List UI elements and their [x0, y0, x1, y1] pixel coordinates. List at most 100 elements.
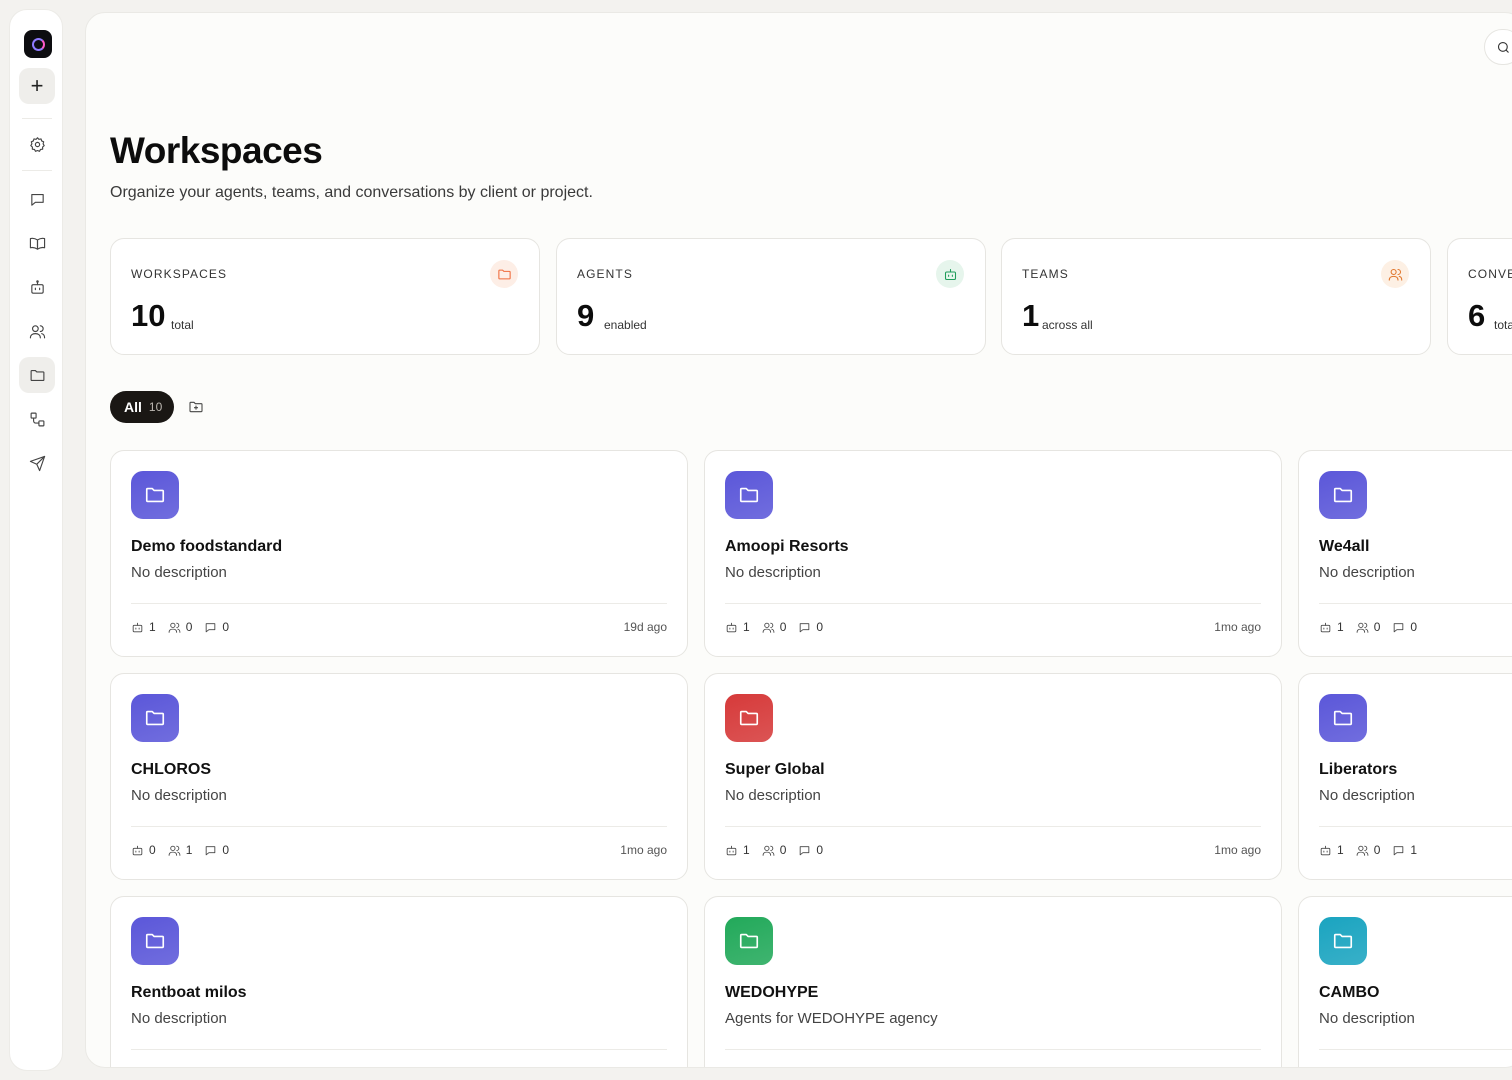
app-logo[interactable]: [24, 30, 52, 58]
workspace-card[interactable]: Super Global No description 1 0 0 1mo ago: [704, 673, 1282, 880]
page-title: Workspaces: [110, 130, 323, 171]
chat-icon: [206, 622, 216, 632]
sidebar-item-workflows[interactable]: [19, 401, 55, 437]
agents-count: 1: [725, 843, 750, 857]
card-divider: [725, 826, 1261, 827]
stat-label: WORKSPACES: [131, 267, 228, 281]
workspace-description: No description: [131, 787, 227, 804]
workspace-folder-badge: [131, 694, 179, 742]
send-icon: [29, 455, 45, 471]
filter-all-button[interactable]: All 10: [110, 391, 174, 423]
workspace-card[interactable]: We4all No description 1 0 0: [1298, 450, 1512, 657]
users-icon: [1356, 845, 1369, 856]
gear-icon: [29, 136, 45, 152]
chat-icon: [206, 845, 216, 855]
stat-unit: total: [171, 318, 194, 332]
teams-count: 0: [168, 620, 193, 634]
sidebar-item-chats[interactable]: [19, 181, 55, 217]
conversations-count-value: 0: [816, 843, 824, 857]
agents-count: 1: [1319, 843, 1344, 857]
stat-label: AGENTS: [577, 267, 633, 281]
users-icon: [762, 845, 775, 856]
conversations-count: 0: [204, 843, 229, 857]
robot-icon: [726, 845, 737, 855]
sidebar-divider: [22, 170, 52, 171]
conversations-count: 0: [798, 620, 823, 634]
agents-count: 1: [131, 620, 156, 634]
conversations-count-value: 0: [222, 620, 230, 634]
workspace-card[interactable]: CHLOROS No description 0 1 0 1mo ago: [110, 673, 688, 880]
robot-icon: [132, 622, 143, 632]
agents-count-value: 1: [743, 843, 750, 857]
teams-count: 0: [762, 843, 786, 857]
workspace-description: No description: [725, 787, 821, 804]
teams-count-value: 1: [185, 843, 193, 857]
teams-count-value: 0: [1373, 843, 1381, 857]
teams-count-value: 0: [185, 620, 193, 634]
chat-icon: [800, 622, 810, 632]
robot-icon: [1320, 845, 1331, 855]
new-item-button[interactable]: +: [19, 68, 55, 104]
search-button[interactable]: [1484, 29, 1512, 65]
conversations-count-value: 0: [222, 843, 230, 857]
stat-value: 10: [131, 298, 166, 333]
sidebar-item-send[interactable]: [19, 445, 55, 481]
workspace-folder-badge: [725, 694, 773, 742]
workspace-stats: 1 0 0: [725, 843, 835, 857]
stat-card-workspaces: WORKSPACES 10 total: [110, 238, 540, 355]
search-icon: [1497, 41, 1509, 53]
workspace-card[interactable]: Demo foodstandard No description 1 0 0 19d ag…: [110, 450, 688, 657]
sidebar-item-teams[interactable]: [19, 313, 55, 349]
folder-icon: [1333, 487, 1353, 503]
workspace-stats: 0 1 0: [131, 843, 241, 857]
stat-label: CONVE: [1468, 267, 1512, 281]
workspace-stats: 1 0 1: [1319, 843, 1429, 857]
workspace-updated: 1mo ago: [1214, 620, 1261, 634]
conversations-count: 0: [798, 843, 823, 857]
workspace-description: No description: [1319, 1010, 1415, 1027]
robot-icon: [1320, 622, 1331, 632]
users-icon: [1388, 268, 1402, 281]
users-icon: [762, 622, 775, 633]
workspace-name: WEDOHYPE: [725, 984, 819, 1001]
chat-icon: [800, 845, 810, 855]
agents-count-value: 0: [149, 843, 156, 857]
agents-count-value: 1: [1337, 843, 1344, 857]
folder-icon: [739, 933, 759, 949]
stat-unit: across all: [1042, 318, 1093, 332]
stat-card-agents: AGENTS 9 enabled: [556, 238, 986, 355]
workspace-updated: 1mo ago: [1214, 843, 1261, 857]
workspace-description: No description: [1319, 564, 1415, 581]
teams-count: 0: [1356, 843, 1381, 857]
workspace-card[interactable]: WEDOHYPE Agents for WEDOHYPE agency: [704, 896, 1282, 1067]
folder-icon: [145, 933, 165, 949]
workspace-card[interactable]: Liberators No description 1 0 1: [1298, 673, 1512, 880]
sidebar: +: [9, 9, 63, 1071]
sidebar-item-workspaces[interactable]: [19, 357, 55, 393]
workspace-updated: 19d ago: [623, 620, 667, 634]
workspace-folder-badge: [725, 471, 773, 519]
sidebar-item-settings[interactable]: [19, 126, 55, 162]
workspace-name: Rentboat milos: [131, 984, 247, 1001]
agents-count: 1: [725, 620, 750, 634]
stat-card-conversations: CONVE 6 tota: [1447, 238, 1512, 355]
users-icon: [1356, 622, 1369, 633]
new-folder-button[interactable]: [186, 397, 206, 417]
workspace-stats: 1 0 0: [725, 620, 835, 634]
teams-count: 0: [1356, 620, 1380, 634]
folder-plus-icon: [189, 401, 203, 413]
conversations-count: 1: [1392, 843, 1417, 857]
sidebar-item-agents[interactable]: [19, 269, 55, 305]
stat-unit: tota: [1494, 318, 1512, 332]
workspace-updated: 1mo ago: [620, 843, 667, 857]
workspace-card[interactable]: CAMBO No description: [1298, 896, 1512, 1067]
workspace-card[interactable]: Amoopi Resorts No description 1 0 0 1mo ago: [704, 450, 1282, 657]
workspace-description: No description: [131, 564, 227, 581]
teams-count: 0: [762, 620, 786, 634]
workspace-card[interactable]: Rentboat milos No description: [110, 896, 688, 1067]
sidebar-item-knowledge[interactable]: [19, 225, 55, 261]
workspace-name: Super Global: [725, 761, 825, 778]
sidebar-divider: [22, 118, 52, 119]
stat-label: TEAMS: [1022, 267, 1069, 281]
stat-value: 9: [577, 298, 595, 333]
